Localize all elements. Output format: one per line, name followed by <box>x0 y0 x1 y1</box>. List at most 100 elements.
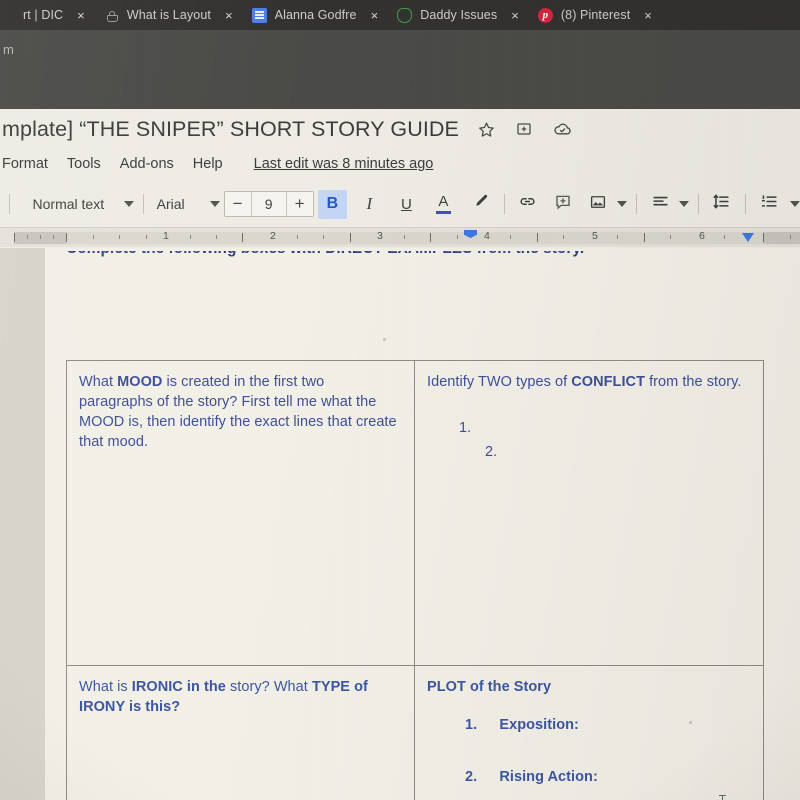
toolbar-divider <box>503 194 505 214</box>
url-text-fragment[interactable]: m <box>3 42 14 57</box>
table-cell-mood[interactable]: What MOOD is created in the first two pa… <box>67 361 415 666</box>
line-spacing-icon <box>712 192 731 216</box>
font-family-dropdown[interactable]: Arial <box>157 196 220 212</box>
ruler-tick <box>66 233 67 242</box>
tab-favicon-green-circle-icon <box>397 8 413 23</box>
dust-speck <box>383 338 386 341</box>
last-edit-status[interactable]: Last edit was 8 minutes ago <box>254 156 434 172</box>
menu-bar: Format Tools Add-ons Help Last edit was … <box>0 149 800 179</box>
browser-tab-4[interactable]: p (8) Pinterest × <box>532 0 665 30</box>
toolbar-divider <box>745 194 746 214</box>
plot-item-exposition[interactable]: 1. Exposition: <box>427 716 749 736</box>
toolbar-divider <box>143 194 144 214</box>
menu-format[interactable]: Format <box>2 156 48 172</box>
ruler-tick <box>510 235 511 239</box>
tab-close-icon[interactable]: × <box>77 9 85 22</box>
add-comment-button[interactable] <box>548 190 577 219</box>
ruler-number-6: 6 <box>699 230 705 242</box>
bold-label: B <box>326 195 339 212</box>
paragraph-style-value: Normal text <box>32 196 105 212</box>
insert-image-button[interactable] <box>583 190 612 219</box>
tab-favicon-generic-page-icon <box>104 8 119 23</box>
line-spacing-button[interactable] <box>707 190 736 219</box>
chevron-down-icon[interactable] <box>617 201 628 207</box>
browser-tab-2[interactable]: Alanna Godfre × <box>246 0 392 30</box>
move-to-folder-icon[interactable] <box>513 118 535 140</box>
conflict-item-1[interactable]: 1. <box>427 419 749 439</box>
plot-item-rising-action[interactable]: 2. Rising Action: <box>427 768 749 788</box>
numbered-list-button[interactable] <box>755 190 784 219</box>
toolbar-divider <box>9 194 10 214</box>
italic-label: I <box>366 194 373 213</box>
document-canvas[interactable]: Complete the following boxes with DIRECT… <box>0 248 800 800</box>
tab-close-icon[interactable]: × <box>225 9 233 22</box>
ruler-tick <box>563 235 564 239</box>
toolbar-divider <box>636 194 637 214</box>
font-size-decrease-button[interactable]: − <box>225 192 251 216</box>
ruler-tick <box>93 235 94 239</box>
menu-help[interactable]: Help <box>193 156 223 172</box>
mood-prompt-text: What MOOD is created in the first two pa… <box>79 374 397 450</box>
document-title-row: mplate] “THE SNIPER” SHORT STORY GUIDE <box>0 109 800 149</box>
conflict-item-2[interactable]: 2. <box>427 443 749 463</box>
align-left-icon <box>651 192 670 216</box>
font-size-increase-button[interactable]: + <box>287 192 313 216</box>
formatting-toolbar: Normal text Arial − 9 + B I U A <box>0 183 800 225</box>
star-icon[interactable] <box>475 118 497 140</box>
plot-item-label: Rising Action: <box>499 768 598 785</box>
underline-label: U <box>400 195 412 213</box>
browser-toolbar-area: m <box>0 30 800 109</box>
document-ruler[interactable]: 1 2 3 4 5 6 <box>0 227 800 247</box>
paragraph-style-dropdown[interactable]: Normal text <box>33 196 135 212</box>
add-comment-icon <box>554 193 572 216</box>
tab-favicon-pinterest-icon: p <box>537 7 553 23</box>
tab-title: (8) Pinterest <box>560 8 631 22</box>
ruler-number-4: 4 <box>484 230 490 242</box>
plot-item-label: Exposition: <box>499 716 579 733</box>
ruler-number-1: 1 <box>163 230 169 242</box>
font-size-value[interactable]: 9 <box>250 192 287 216</box>
conflict-prompt-text: Identify TWO types of CONFLICT from the … <box>427 374 742 390</box>
insert-link-button[interactable] <box>513 190 542 219</box>
chevron-down-icon[interactable] <box>678 201 689 207</box>
table-cell-irony[interactable]: What is IRONIC in the story? What TYPE o… <box>67 666 415 800</box>
tab-close-icon[interactable]: × <box>371 9 379 22</box>
ruler-tick <box>763 233 764 242</box>
dust-speck <box>689 721 692 724</box>
table-cell-plot[interactable]: PLOT of the Story 1. Exposition: 2. Risi… <box>415 666 763 800</box>
menu-tools[interactable]: Tools <box>67 156 101 172</box>
response-table: What MOOD is created in the first two pa… <box>66 360 764 800</box>
ruler-tick <box>14 233 15 242</box>
tab-close-icon[interactable]: × <box>644 9 652 22</box>
canvas-left-gutter <box>0 248 45 800</box>
ruler-tick <box>323 235 324 239</box>
screen-photo: rt | DIC × What is Layout × Alanna Godfr… <box>0 0 800 800</box>
tab-title: Daddy Issues <box>420 8 498 22</box>
right-indent-marker[interactable] <box>742 233 754 242</box>
document-page[interactable]: Complete the following boxes with DIRECT… <box>45 248 800 800</box>
align-button[interactable] <box>646 190 675 219</box>
cloud-saved-icon[interactable] <box>551 118 573 140</box>
ruler-page-area <box>66 232 763 244</box>
insert-link-icon <box>518 192 537 216</box>
ruler-number-5: 5 <box>592 230 598 242</box>
bold-button[interactable]: B <box>317 189 347 219</box>
ruler-tick <box>724 235 725 239</box>
underline-button[interactable]: U <box>392 190 421 219</box>
browser-tab-3[interactable]: Daddy Issues × <box>391 0 532 30</box>
table-cell-conflict[interactable]: Identify TWO types of CONFLICT from the … <box>415 361 763 666</box>
font-size-stepper[interactable]: − 9 + <box>223 191 314 217</box>
text-color-button[interactable]: A <box>429 190 458 219</box>
browser-tab-1[interactable]: What is Layout × <box>98 0 246 30</box>
italic-button[interactable]: I <box>355 190 384 219</box>
font-family-value: Arial <box>156 196 185 212</box>
chevron-down-icon[interactable] <box>789 201 800 207</box>
ruler-tick <box>670 235 671 239</box>
highlight-button[interactable] <box>466 190 495 219</box>
document-title[interactable]: mplate] “THE SNIPER” SHORT STORY GUIDE <box>0 117 459 142</box>
tab-close-icon[interactable]: × <box>511 9 519 22</box>
highlighter-pen-icon <box>472 193 489 215</box>
tab-title: Alanna Godfre <box>274 8 357 22</box>
menu-addons[interactable]: Add-ons <box>120 156 174 172</box>
browser-tab-0[interactable]: rt | DIC × <box>0 0 98 30</box>
